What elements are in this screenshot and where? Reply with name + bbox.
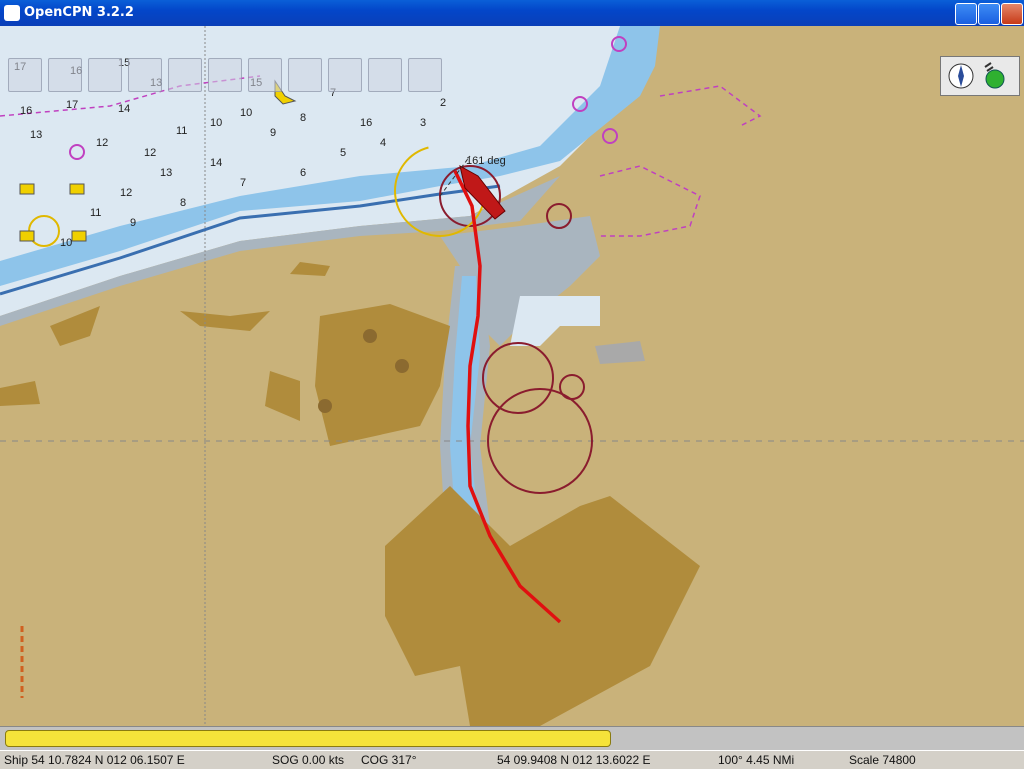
depth-sounding: 16 bbox=[360, 117, 372, 129]
harbor-basin bbox=[510, 296, 600, 346]
landmark bbox=[363, 329, 377, 343]
app-icon bbox=[4, 5, 20, 21]
status-bar: Ship 54 10.7824 N 012 06.1507 E SOG 0.00… bbox=[0, 750, 1024, 769]
minimize-button[interactable] bbox=[955, 3, 977, 25]
depth-sounding: 10 bbox=[210, 117, 222, 129]
buoy-icon bbox=[19, 183, 35, 195]
depth-sounding: 12 bbox=[144, 147, 156, 159]
depth-sounding: 12 bbox=[96, 137, 108, 149]
route-button[interactable] bbox=[8, 58, 42, 92]
depth-sounding: 3 bbox=[420, 117, 426, 129]
satellite-icon bbox=[984, 62, 994, 72]
light-sector-circle bbox=[482, 342, 554, 414]
depth-sounding: 9 bbox=[130, 217, 136, 229]
ais-target-button[interactable] bbox=[48, 58, 82, 92]
land-patch bbox=[315, 304, 450, 446]
depth-sounding: 14 bbox=[210, 157, 222, 169]
depth-sounding: 5 bbox=[340, 147, 346, 159]
zoom-out-button[interactable] bbox=[168, 58, 202, 92]
depth-sounding: 8 bbox=[300, 112, 306, 124]
window-title: OpenCPN 3.2.2 bbox=[24, 5, 134, 20]
land-patch bbox=[50, 306, 100, 346]
depth-sounding: 11 bbox=[176, 125, 187, 137]
man-overboard-button[interactable] bbox=[368, 58, 402, 92]
chart-scale-button[interactable] bbox=[208, 58, 242, 92]
depth-sounding: 13 bbox=[160, 167, 172, 179]
restricted-marker-icon bbox=[602, 128, 618, 144]
land-patch bbox=[595, 341, 645, 364]
measure-button[interactable] bbox=[88, 58, 122, 92]
depth-sounding: 4 bbox=[380, 137, 386, 149]
ship-position: Ship 54 10.7824 N 012 06.1507 E bbox=[4, 753, 185, 767]
depth-sounding: 14 bbox=[118, 103, 130, 115]
cog-readout: COG 317° bbox=[361, 753, 417, 767]
compass-widget[interactable] bbox=[940, 56, 1020, 96]
depth-sounding: 10 bbox=[60, 237, 72, 249]
gps-status-icon bbox=[985, 69, 1005, 89]
land-patch bbox=[180, 311, 270, 331]
close-button[interactable] bbox=[1001, 3, 1023, 25]
landmark bbox=[395, 359, 409, 373]
chart-scale: Scale 74800 bbox=[849, 753, 916, 767]
depth-sounding: 6 bbox=[300, 167, 306, 179]
restricted-area-boundary bbox=[599, 165, 701, 237]
track-button[interactable] bbox=[288, 58, 322, 92]
land-patch bbox=[0, 381, 40, 406]
depth-sounding: 2 bbox=[440, 97, 446, 109]
light-sector-circle bbox=[559, 374, 585, 400]
landmark bbox=[318, 399, 332, 413]
land-patch bbox=[290, 262, 330, 276]
zoom-in-button[interactable] bbox=[128, 58, 162, 92]
depth-sounding: 8 bbox=[180, 197, 186, 209]
nautical-chart[interactable]: 161 deg 17161516171413131212111010987161… bbox=[0, 26, 1024, 726]
depth-sounding: 13 bbox=[30, 129, 42, 141]
help-button[interactable] bbox=[408, 58, 442, 92]
buoy-icon bbox=[69, 183, 85, 195]
heading-label: 161 deg bbox=[466, 155, 506, 167]
piano-bar[interactable] bbox=[0, 726, 1024, 751]
buoy-icon bbox=[71, 230, 87, 242]
main-toolbar bbox=[8, 58, 458, 92]
depth-sounding: 9 bbox=[270, 127, 276, 139]
color-scheme-button[interactable] bbox=[328, 58, 362, 92]
sog-readout: SOG 0.00 kts bbox=[272, 753, 345, 767]
settings-button[interactable] bbox=[248, 58, 282, 92]
land-patch bbox=[265, 371, 300, 421]
restricted-area-boundary bbox=[659, 85, 762, 127]
bearing-distance: 100° 4.45 NMi bbox=[718, 753, 795, 767]
maximize-button[interactable] bbox=[978, 3, 1000, 25]
chart-canvas[interactable]: 161 deg 17161516171413131212111010987161… bbox=[0, 26, 1024, 726]
depth-sounding: 11 bbox=[90, 207, 101, 219]
depth-sounding: 10 bbox=[240, 107, 252, 119]
title-bar: OpenCPN 3.2.2 bbox=[0, 0, 1024, 26]
depth-sounding: 16 bbox=[20, 105, 32, 117]
depth-sounding: 17 bbox=[66, 99, 78, 111]
buoy-icon bbox=[19, 230, 35, 242]
depth-sounding: 7 bbox=[240, 177, 246, 189]
depth-sounding: 12 bbox=[120, 187, 132, 199]
chart-quilt-bar[interactable] bbox=[5, 730, 611, 747]
cursor-position: 54 09.9408 N 012 13.6022 E bbox=[497, 753, 651, 767]
